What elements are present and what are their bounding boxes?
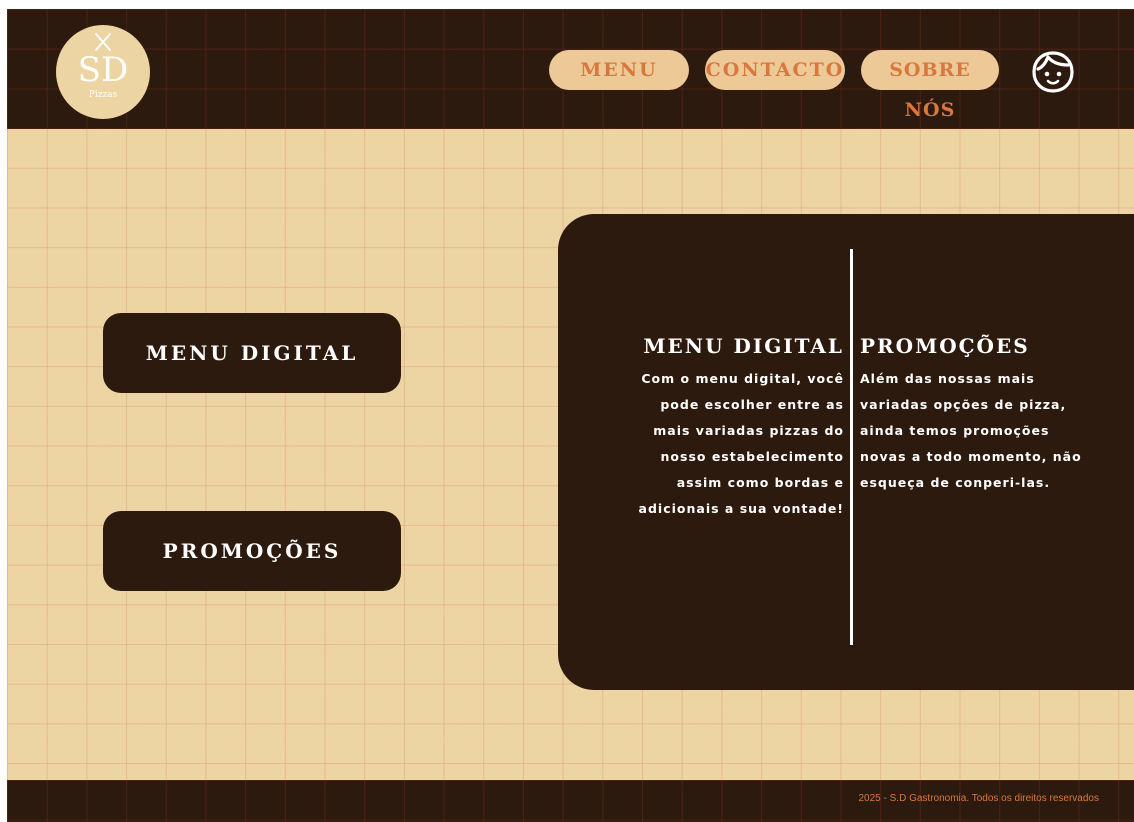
- text-line: Com o menu digital, você: [641, 371, 844, 386]
- header: SD Pizzas MENU CONTACTO SOBRE NÓS: [7, 9, 1134, 129]
- text-line: adicionais a sua vontade!: [638, 501, 844, 516]
- nav-about-button[interactable]: SOBRE NÓS: [861, 50, 999, 121]
- text-line: variadas opções de pizza,: [860, 397, 1067, 412]
- text-line: ainda temos promoções: [860, 423, 1050, 438]
- text-line: assim como bordas e: [676, 475, 844, 490]
- promocoes-info: PROMOÇÕES Além das nossas mais variadas …: [860, 334, 1105, 496]
- text-line: novas a todo momento, não: [860, 449, 1082, 464]
- nav-contact-button[interactable]: CONTACTO: [705, 50, 845, 90]
- text-line: esqueça de conperi-las.: [860, 475, 1051, 490]
- copyright-text: 2025 - S.D Gastronomia. Todos os direito…: [858, 793, 1100, 804]
- menu-digital-info: MENU DIGITAL Com o menu digital, você po…: [604, 334, 844, 522]
- logo-subtitle: Pizzas: [88, 90, 118, 100]
- footer: 2025 - S.D Gastronomia. Todos os direito…: [7, 780, 1134, 822]
- menu-digital-description: Com o menu digital, você pode escolher e…: [604, 366, 844, 522]
- logo[interactable]: SD Pizzas: [56, 25, 150, 119]
- text-line: Além das nossas mais: [860, 371, 1035, 386]
- promocoes-description: Além das nossas mais variadas opções de …: [860, 366, 1105, 496]
- menu-digital-button[interactable]: MENU DIGITAL: [103, 313, 401, 393]
- info-panel: MENU DIGITAL Com o menu digital, você po…: [558, 214, 1134, 690]
- text-line: mais variadas pizzas do: [653, 423, 844, 438]
- promocoes-title: PROMOÇÕES: [860, 334, 1030, 358]
- nav-menu-button[interactable]: MENU: [549, 50, 689, 90]
- menu-digital-title: MENU DIGITAL: [643, 334, 844, 358]
- promocoes-button[interactable]: PROMOÇÕES: [103, 511, 401, 591]
- crossed-utensils-icon: [95, 33, 111, 51]
- page-frame: SD Pizzas MENU CONTACTO SOBRE NÓS MENU D…: [7, 9, 1134, 822]
- text-line: nosso estabelecimento: [660, 449, 844, 464]
- column-divider: [850, 249, 853, 645]
- text-line: pode escolher entre as: [660, 397, 844, 412]
- logo-initials: SD: [77, 50, 129, 90]
- smiley-face-icon[interactable]: [1029, 48, 1077, 96]
